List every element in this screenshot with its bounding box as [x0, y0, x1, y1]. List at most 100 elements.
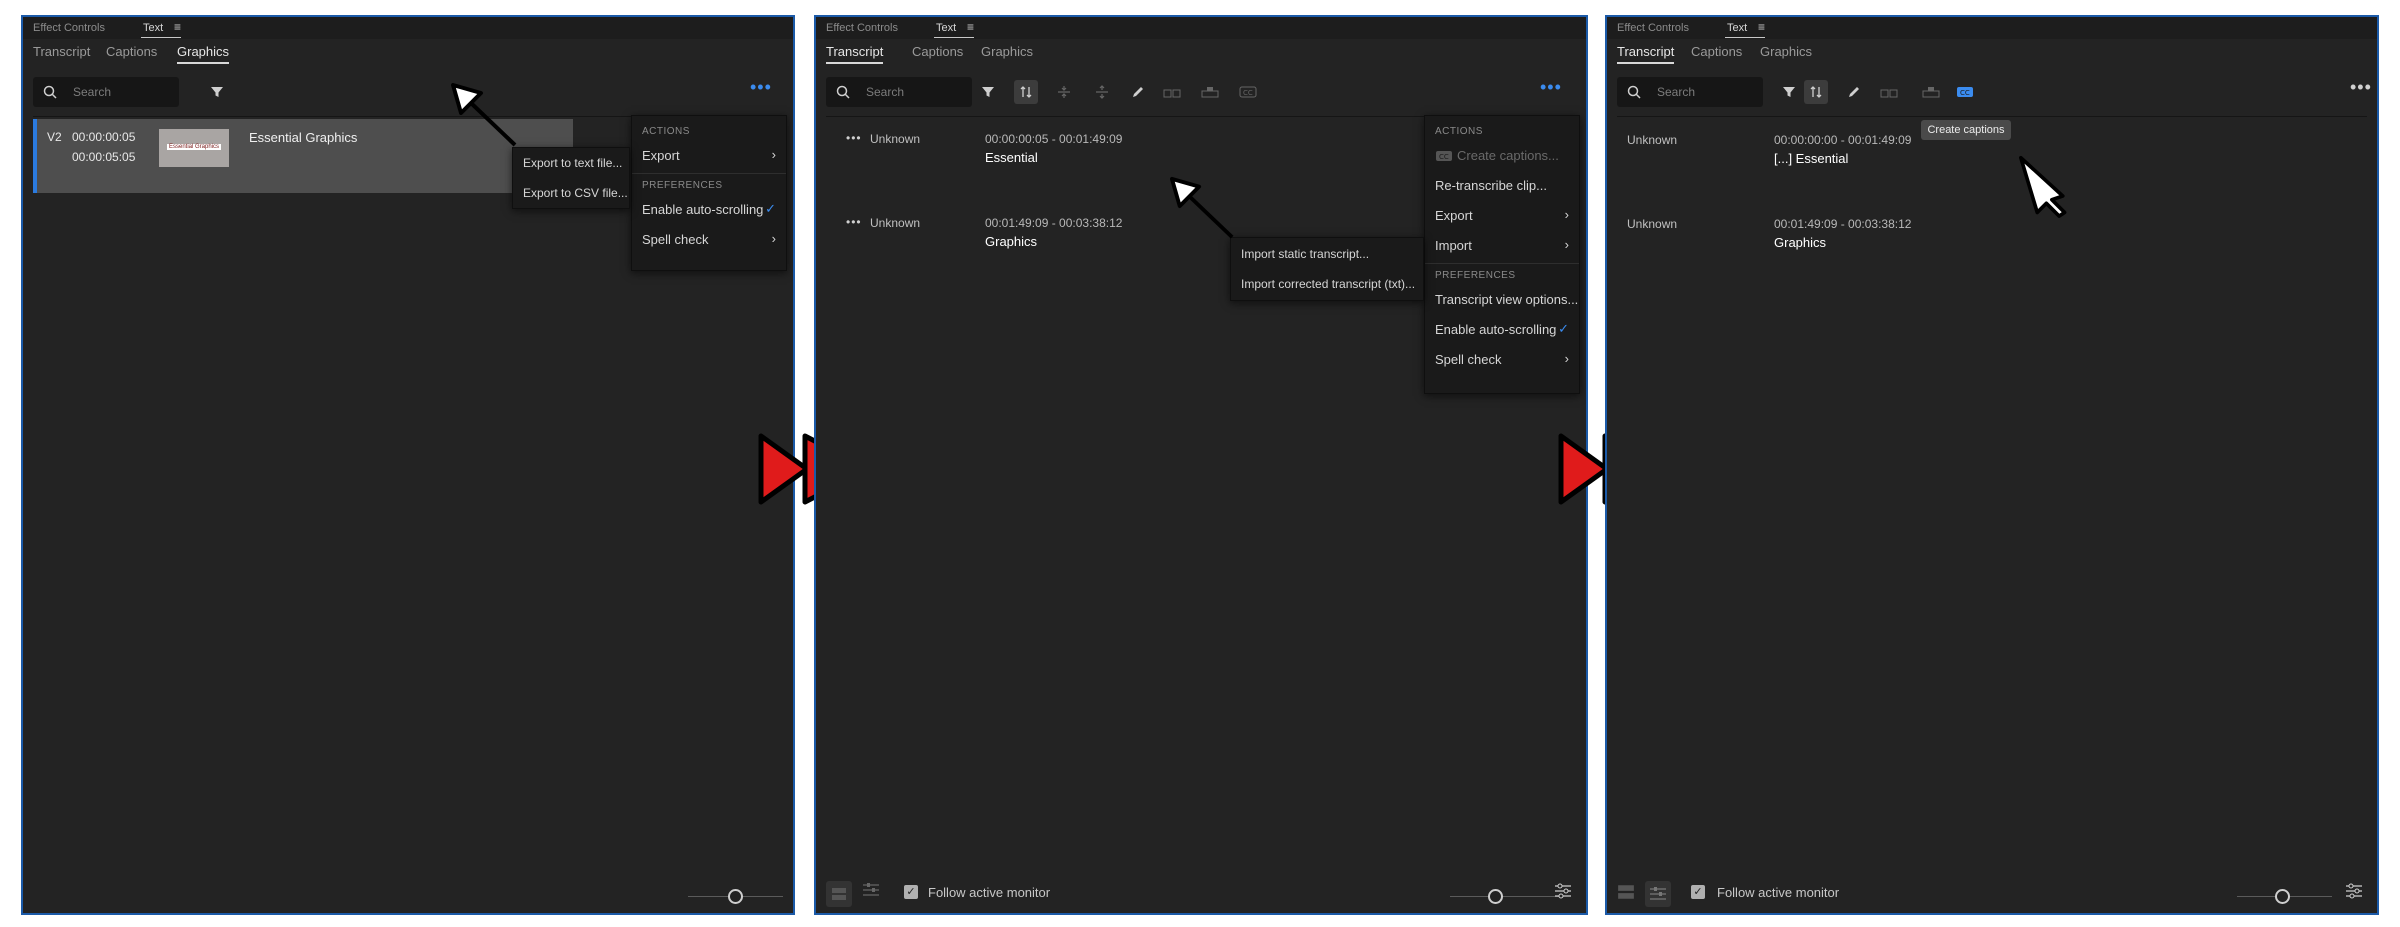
more-options-icon[interactable]: •••: [2350, 78, 2372, 96]
tab-text[interactable]: Text: [933, 22, 975, 38]
tab-text[interactable]: Text: [1724, 22, 1766, 38]
subtab-captions[interactable]: Captions: [912, 44, 963, 59]
tab-effect-controls[interactable]: Effect Controls: [33, 22, 105, 34]
checkmark-icon: ✓: [1558, 321, 1569, 336]
zoom-slider-knob[interactable]: [2275, 889, 2290, 904]
subtab-transcript[interactable]: Transcript: [33, 44, 90, 59]
menu-item-label: Enable auto-scrolling: [1435, 322, 1557, 337]
edit-pencil-icon[interactable]: [1126, 80, 1150, 104]
filter-icon[interactable]: [976, 80, 1000, 104]
sync-scroll-icon[interactable]: [1804, 80, 1828, 104]
tab-effect-controls[interactable]: Effect Controls: [1617, 22, 1689, 34]
panel-menu-icon[interactable]: ≡: [1758, 20, 1765, 34]
menu-item-label: Re-transcribe clip...: [1435, 178, 1547, 193]
view-settings-icon[interactable]: [1554, 882, 1572, 905]
edit-pencil-icon[interactable]: [1842, 80, 1866, 104]
subtab-captions[interactable]: Captions: [1691, 44, 1742, 59]
menu-item-spell-check[interactable]: Spell check ›: [1425, 345, 1579, 375]
insert-icon[interactable]: [1198, 80, 1222, 104]
menu-item-import[interactable]: Import ›: [1425, 231, 1579, 261]
speaker-icon[interactable]: [1160, 80, 1184, 104]
tracks-icon[interactable]: [826, 881, 852, 907]
search-input[interactable]: Search: [33, 77, 179, 107]
menu-item-export-csv[interactable]: Export to CSV file...: [513, 179, 629, 209]
filter-icon[interactable]: [1777, 80, 1801, 104]
follow-monitor-checkbox[interactable]: ✓: [904, 885, 918, 899]
export-submenu: Export to text file... Export to CSV fil…: [512, 147, 630, 209]
menu-item-enable-auto-scrolling[interactable]: Enable auto-scrolling ✓: [1425, 315, 1579, 345]
search-input[interactable]: Search: [826, 77, 972, 107]
speaker-label[interactable]: Unknown: [870, 216, 920, 230]
filter-icon[interactable]: [205, 80, 229, 104]
more-options-icon[interactable]: •••: [750, 78, 772, 96]
speaker-label[interactable]: Unknown: [1627, 217, 1677, 231]
subtab-graphics[interactable]: Graphics: [1760, 44, 1812, 59]
menu-item-spell-check[interactable]: Spell check ›: [632, 225, 786, 255]
view-settings-icon[interactable]: [2345, 882, 2363, 905]
row-text[interactable]: Essential: [985, 150, 1038, 165]
tab-text[interactable]: Text: [140, 22, 182, 38]
menu-item-export[interactable]: Export ›: [1425, 201, 1579, 231]
speaker-label[interactable]: Unknown: [1627, 133, 1677, 147]
subtab-transcript[interactable]: Transcript: [1617, 44, 1675, 64]
row-more-icon[interactable]: •••: [846, 132, 862, 144]
settings-sliders-icon[interactable]: [1645, 881, 1671, 907]
context-menu: ACTIONS CC Create captions... Re-transcri…: [1424, 115, 1580, 394]
menu-header-actions: ACTIONS: [1435, 126, 1483, 137]
menu-item-label: Spell check: [642, 232, 709, 247]
transcript-row[interactable]: ••• Unknown 00:00:00:05 - 00:01:49:09 Es…: [816, 127, 1376, 187]
chevron-right-icon: ›: [1564, 207, 1569, 222]
split-segment-icon[interactable]: [1090, 80, 1114, 104]
clip-timecode-in: 00:00:00:05: [72, 130, 136, 144]
tab-effect-controls[interactable]: Effect Controls: [826, 22, 898, 34]
svg-text:CC: CC: [1960, 89, 1970, 97]
search-placeholder: Search: [866, 85, 905, 99]
menu-item-create-captions[interactable]: CC Create captions...: [1425, 141, 1579, 171]
speaker-label[interactable]: Unknown: [870, 132, 920, 146]
tracks-icon[interactable]: [1617, 884, 1635, 905]
panel-menu-icon[interactable]: ≡: [967, 20, 974, 34]
row-timecode: 00:01:49:09 - 00:03:38:12: [1774, 217, 1912, 231]
menu-item-label: Enable auto-scrolling: [642, 202, 764, 217]
speaker-icon[interactable]: [1877, 80, 1901, 104]
subtab-graphics[interactable]: Graphics: [981, 44, 1033, 59]
menu-separator: [632, 173, 786, 174]
row-timecode: 00:00:00:05 - 00:01:49:09: [985, 132, 1123, 146]
captions-icon[interactable]: CC: [1236, 80, 1260, 104]
subtab-transcript[interactable]: Transcript: [826, 44, 884, 64]
menu-item-import-static[interactable]: Import static transcript...: [1231, 240, 1423, 270]
menu-item-enable-auto-scrolling[interactable]: Enable auto-scrolling ✓: [632, 195, 786, 225]
clip-accent-bar: [33, 119, 37, 193]
menu-header-preferences: PREFERENCES: [642, 180, 723, 191]
search-input[interactable]: Search: [1617, 77, 1763, 107]
insert-icon[interactable]: [1919, 80, 1943, 104]
menu-item-export[interactable]: Export ›: [632, 141, 786, 171]
transcript-row[interactable]: Unknown 00:01:49:09 - 00:03:38:12 Graphi…: [1607, 211, 2167, 271]
row-text[interactable]: Graphics: [1774, 235, 1826, 250]
zoom-slider-track[interactable]: [1450, 896, 1560, 897]
create-captions-button[interactable]: CC: [1953, 80, 1977, 104]
panel-footer: ✓ Follow active monitor: [816, 877, 1586, 913]
zoom-slider-knob[interactable]: [1488, 889, 1503, 904]
sync-scroll-icon[interactable]: [1014, 80, 1038, 104]
more-options-icon[interactable]: •••: [1540, 78, 1562, 96]
menu-item-view-options[interactable]: Transcript view options...: [1425, 285, 1579, 315]
transcript-row[interactable]: Unknown 00:00:00:00 - 00:01:49:09 [...] …: [1607, 127, 2167, 187]
menu-item-import-corrected[interactable]: Import corrected transcript (txt)...: [1231, 270, 1423, 300]
row-timecode: 00:01:49:09 - 00:03:38:12: [985, 216, 1123, 230]
settings-sliders-icon[interactable]: [862, 882, 880, 903]
menu-item-retranscribe[interactable]: Re-transcribe clip...: [1425, 171, 1579, 201]
merge-segments-icon[interactable]: [1052, 80, 1076, 104]
panel-footer: ✓ Follow active monitor: [1607, 877, 2377, 913]
menu-item-label: Export: [1435, 208, 1473, 223]
row-text[interactable]: [...] Essential: [1774, 151, 1848, 166]
row-text[interactable]: Graphics: [985, 234, 1037, 249]
panel-menu-icon[interactable]: ≡: [174, 20, 181, 34]
zoom-slider-knob[interactable]: [728, 889, 743, 904]
subtab-graphics[interactable]: Graphics: [177, 44, 230, 64]
follow-monitor-checkbox[interactable]: ✓: [1691, 885, 1705, 899]
menu-item-label: Import: [1435, 238, 1472, 253]
row-more-icon[interactable]: •••: [846, 216, 862, 228]
subtab-captions[interactable]: Captions: [106, 44, 157, 59]
menu-item-export-text[interactable]: Export to text file...: [513, 149, 629, 179]
